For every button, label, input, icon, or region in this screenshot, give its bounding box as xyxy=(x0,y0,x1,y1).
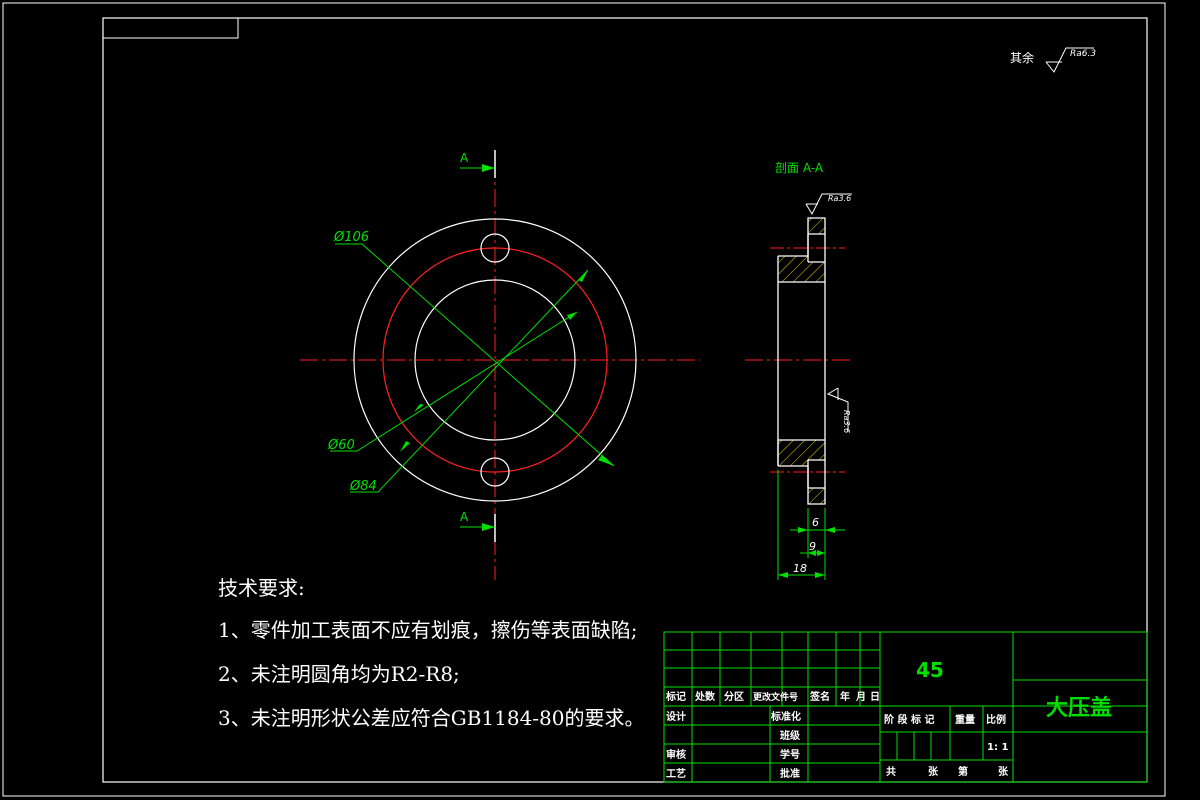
section-marker-top-label: A xyxy=(460,151,469,165)
dim-outer-leader xyxy=(335,243,615,467)
dim-6-text: 6 xyxy=(812,516,819,529)
roughness-side-text: Ra3.6 xyxy=(842,410,851,433)
tb-approve: 批准 xyxy=(780,767,800,780)
dim-18-text: 18 xyxy=(793,562,807,575)
tb-header-1: 处数 xyxy=(694,690,716,703)
tb-header-2: 分区 xyxy=(724,690,744,703)
tb-sheets: 张 xyxy=(928,765,939,778)
tb-weight: 重量 xyxy=(955,713,975,726)
notes-title: 技术要求: xyxy=(218,576,305,600)
tb-stage-mark: 阶 段 标 记 xyxy=(884,713,934,726)
tb-header-4: 签名 xyxy=(809,690,830,703)
dim-outer-text: Ø106 xyxy=(333,230,369,245)
tb-scale-value: 1: 1 xyxy=(987,742,1008,753)
technical-notes: 技术要求: 1、零件加工表面不应有划痕，擦伤等表面缺陷; 2、未注明圆角均为R2… xyxy=(218,568,645,740)
dim-9-text: 9 xyxy=(809,540,816,553)
tb-header-6: 月 xyxy=(855,691,866,703)
dim-bolt-text: Ø84 xyxy=(349,479,377,494)
tb-review: 审核 xyxy=(666,748,686,761)
section-title: 剖面 A-A xyxy=(775,161,824,175)
tb-sheet-no: 第 xyxy=(958,765,968,778)
dim-inner-text: Ø60 xyxy=(327,438,355,453)
tb-header-5: 年 xyxy=(840,690,850,703)
dim-inner-leader xyxy=(330,311,578,452)
roughness-note-label: 其余 xyxy=(1010,50,1034,65)
tb-header-0: 标记 xyxy=(665,690,686,703)
tb-header-7: 日 xyxy=(870,691,880,703)
tb-part-name: 大压盖 xyxy=(1046,695,1112,721)
section-view: 剖面 A-A Ra3.6 Ra3.6 6 9 18 xyxy=(745,161,852,580)
tb-scale-label: 比例 xyxy=(986,713,1006,726)
tb-material: 45 xyxy=(916,658,944,682)
dim-bolt-leader xyxy=(350,269,589,493)
notes-item-2: 2、未注明圆角均为R2-R8; xyxy=(218,662,460,686)
tb-standardize: 标准化 xyxy=(770,710,801,723)
notes-item-1: 1、零件加工表面不应有划痕，擦伤等表面缺陷; xyxy=(218,618,638,642)
tb-total: 共 xyxy=(886,765,896,778)
section-marker-bottom-label: A xyxy=(460,510,469,524)
front-view: Ø106 Ø60 Ø84 A A xyxy=(300,150,700,580)
tb-header-3: 更改文件号 xyxy=(753,691,798,703)
corner-box xyxy=(102,17,239,39)
tb-class: 班级 xyxy=(780,729,801,742)
tb-design: 设计 xyxy=(666,710,686,723)
tb-student-no: 学号 xyxy=(780,748,800,761)
notes-item-3: 3、未注明形状公差应符合GB1184-80的要求。 xyxy=(218,706,645,730)
tb-process: 工艺 xyxy=(666,767,686,780)
roughness-note-value: Ra6.3 xyxy=(1070,49,1096,59)
roughness-top-text: Ra3.6 xyxy=(828,194,851,203)
tb-sheet-unit: 张 xyxy=(998,765,1009,778)
